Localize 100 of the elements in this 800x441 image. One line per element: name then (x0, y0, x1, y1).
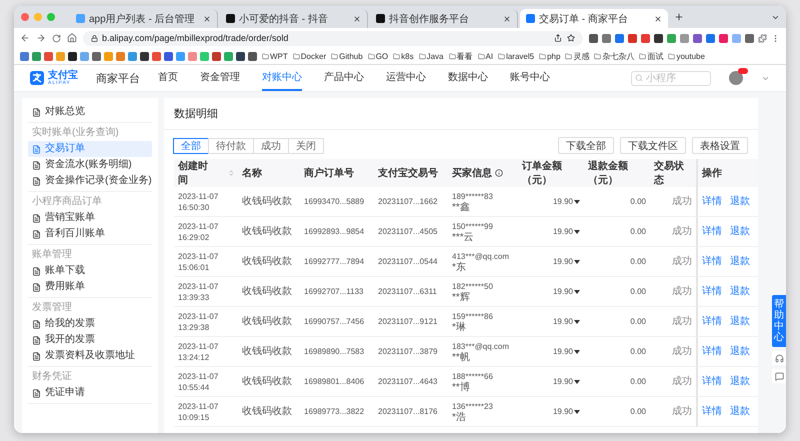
bookmark-folder[interactable]: WPT (262, 52, 288, 60)
search-field[interactable]: 小程序 (631, 70, 711, 86)
table-link[interactable]: 详情 (702, 286, 722, 297)
table-link[interactable]: 退款 (730, 226, 750, 237)
toolbar-button[interactable]: 下载全部 (558, 137, 614, 154)
table-cell: 2023-11-07 13:39:33 (174, 277, 238, 307)
close-icon[interactable] (654, 14, 662, 22)
bookmark-folder[interactable]: Docker (292, 52, 326, 60)
nav-tab[interactable]: 账号中心 (510, 65, 550, 91)
bookmark-folder[interactable]: 看看 (448, 50, 473, 62)
toolbar-button[interactable]: 表格设置 (692, 137, 748, 154)
bookmark-folder[interactable]: Java (418, 52, 444, 60)
nav-tab[interactable]: 运营中心 (386, 65, 426, 91)
bookmark-folder[interactable]: Github (331, 52, 363, 60)
table-cell: 16989773...3822 (300, 397, 374, 427)
bookmark-star-icon[interactable] (567, 34, 575, 42)
caret-icon[interactable] (574, 200, 580, 204)
bookmark-folder[interactable]: 杂七杂八 (594, 50, 634, 62)
table-link[interactable]: 详情 (702, 376, 722, 387)
table-link[interactable]: 退款 (730, 286, 750, 297)
nav-tab[interactable]: 资金管理 (200, 65, 240, 91)
document-icon (32, 176, 41, 186)
sidebar-item[interactable]: 账单下载 (28, 263, 152, 279)
avatar-icon[interactable] (729, 71, 743, 85)
caret-icon[interactable] (574, 320, 580, 324)
bookmark-folder[interactable]: k8s (393, 52, 414, 60)
sidebar-item[interactable]: 我开的发票 (28, 332, 152, 348)
sidebar-item[interactable]: 凭证申请 (28, 385, 152, 401)
bookmark-folder[interactable]: laravel5 (498, 52, 534, 60)
folder-icon (418, 52, 426, 60)
caret-icon[interactable] (574, 380, 580, 384)
sidebar-item[interactable]: 交易订单 (28, 141, 152, 157)
caret-icon[interactable] (574, 290, 580, 294)
sidebar-item[interactable]: 对账总览 (28, 104, 152, 120)
table-link[interactable]: 详情 (702, 316, 722, 327)
filter-tab[interactable]: 全部 (173, 138, 209, 154)
table-link[interactable]: 详情 (702, 256, 722, 267)
message-icon (774, 372, 784, 380)
reload-icon[interactable] (52, 34, 61, 42)
caret-icon[interactable] (574, 260, 580, 264)
nav-tab[interactable]: 数据中心 (448, 65, 488, 91)
bookmark-folder[interactable]: AI (478, 52, 494, 60)
table-cell: 189******83 **鑫 (448, 187, 518, 217)
table-cell: 成功 (650, 367, 696, 397)
page-title: 数据明细 (164, 98, 758, 130)
table-cell: 16990757...7456 (300, 307, 374, 337)
address-bar[interactable]: b.alipay.com/page/mbillexprod/trade/order/sold (83, 30, 583, 46)
table-link[interactable]: 退款 (730, 196, 750, 207)
filter-tab[interactable]: 待付款 (208, 138, 254, 154)
document-icon (32, 320, 41, 328)
message-button[interactable] (772, 369, 786, 383)
new-tab-icon[interactable] (674, 12, 684, 22)
extensions-icon[interactable] (758, 34, 767, 42)
section-title: 发票管理 (31, 301, 73, 315)
bookmark-folder[interactable]: 面试 (639, 50, 664, 62)
table-link[interactable]: 退款 (730, 406, 750, 417)
caret-icon[interactable] (574, 350, 580, 354)
help-center-button[interactable]: 帮助中心 (772, 295, 786, 347)
sidebar-item[interactable]: 给我的发票 (28, 316, 152, 332)
share-icon[interactable] (554, 34, 562, 42)
table-link[interactable]: 退款 (730, 316, 750, 327)
table-link[interactable]: 详情 (702, 406, 722, 417)
folder-icon (368, 52, 375, 60)
browser-tab[interactable]: 小可爱的抖音 - 抖音 (220, 9, 368, 28)
home-icon[interactable] (67, 33, 77, 43)
table-link[interactable]: 详情 (702, 196, 722, 207)
back-icon[interactable] (20, 33, 30, 43)
close-icon[interactable] (203, 14, 211, 22)
browser-tab[interactable]: app用户列表 - 后台管理 (70, 9, 218, 28)
sidebar-item[interactable]: 发票资料及收票地址 (28, 348, 152, 364)
browser-tab[interactable]: 交易订单 - 商家平台 (520, 9, 668, 28)
document-icon (32, 144, 41, 154)
sidebar-item[interactable]: 营销宝账单 (28, 210, 152, 226)
sidebar-item[interactable]: 音利百川账单 (28, 226, 152, 242)
filter-tab[interactable]: 关闭 (288, 138, 324, 154)
caret-icon[interactable] (574, 410, 580, 414)
bookmark-folder[interactable]: youtube (668, 52, 705, 60)
sidebar-item[interactable]: 资金操作记录(资金业务) (28, 173, 152, 189)
close-icon[interactable] (503, 14, 511, 22)
filter-tab[interactable]: 成功 (253, 138, 289, 154)
bookmark-folder[interactable]: GO (368, 52, 388, 60)
forward-icon[interactable] (36, 33, 46, 43)
nav-tab[interactable]: 产品中心 (324, 65, 364, 91)
caret-icon[interactable] (574, 230, 580, 234)
table-cell: 159******86 *琳 (448, 307, 518, 337)
close-icon[interactable] (353, 14, 361, 22)
table-link[interactable]: 退款 (730, 346, 750, 357)
toolbar-button[interactable]: 下载文件区 (620, 137, 686, 154)
table-link[interactable]: 详情 (702, 346, 722, 357)
table-cell: 收钱码收款 (238, 367, 300, 397)
bookmark-folder[interactable]: php (539, 52, 560, 60)
table-link[interactable]: 退款 (730, 376, 750, 387)
sidebar-item[interactable]: 费用账单 (28, 279, 152, 295)
table-link[interactable]: 退款 (730, 256, 750, 267)
support-button[interactable] (772, 351, 786, 365)
bookmark-folder[interactable]: 灵感 (565, 50, 590, 62)
sidebar-item[interactable]: 资金流水(账务明细) (28, 157, 152, 173)
browser-tab[interactable]: 抖音创作服务平台 (370, 9, 518, 28)
nav-tab[interactable]: 首页 (158, 65, 178, 91)
table-link[interactable]: 详情 (702, 226, 722, 237)
